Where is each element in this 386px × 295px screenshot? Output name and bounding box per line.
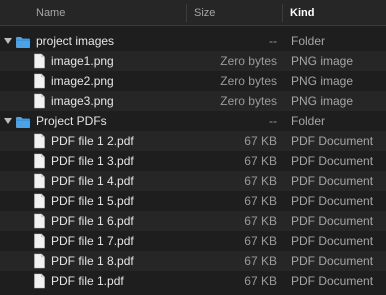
item-kind: Folder <box>291 114 326 128</box>
item-name: PDF file 1 5.pdf <box>51 194 134 208</box>
item-name: image3.png <box>51 94 114 108</box>
item-name: image2.png <box>51 74 114 88</box>
file-row[interactable]: image2.png Zero bytes PNG image <box>0 71 386 91</box>
item-size: 67 KB <box>244 174 277 188</box>
item-kind: PNG image <box>291 94 354 108</box>
item-name: PDF file 1 7.pdf <box>51 234 134 248</box>
item-size: 67 KB <box>244 154 277 168</box>
folder-row[interactable]: Project PDFs -- Folder <box>0 111 386 131</box>
item-kind: PDF Document <box>291 254 374 268</box>
folder-row[interactable]: project images -- Folder <box>0 31 386 51</box>
file-row[interactable]: PDF file 1 5.pdf 67 KB PDF Document <box>0 191 386 211</box>
item-name: PDF file 1 4.pdf <box>51 174 134 188</box>
item-size: 67 KB <box>244 274 277 288</box>
item-name: PDF file 1 2.pdf <box>51 134 134 148</box>
item-kind: PDF Document <box>291 194 374 208</box>
item-name: PDF file 1 6.pdf <box>51 214 134 228</box>
document-icon <box>33 273 46 295</box>
item-size: Zero bytes <box>220 94 277 108</box>
item-size: 67 KB <box>244 214 277 228</box>
item-kind: PDF Document <box>291 134 374 148</box>
column-header: Name Size Kind <box>0 0 386 26</box>
item-name: PDF file 1.pdf <box>51 274 124 288</box>
item-size: Zero bytes <box>220 54 277 68</box>
column-divider[interactable] <box>282 4 283 22</box>
item-size: -- <box>269 114 277 128</box>
file-row[interactable]: PDF file 1 2.pdf 67 KB PDF Document <box>0 131 386 151</box>
item-kind: Folder <box>291 34 326 48</box>
file-row[interactable]: PDF file 1 4.pdf 67 KB PDF Document <box>0 171 386 191</box>
file-row[interactable]: PDF file 1.pdf 67 KB PDF Document <box>0 271 386 291</box>
item-kind: PDF Document <box>291 274 374 288</box>
column-header-size[interactable]: Size <box>194 7 215 19</box>
item-size: -- <box>269 34 277 48</box>
item-kind: PDF Document <box>291 154 374 168</box>
file-row[interactable]: PDF file 1 7.pdf 67 KB PDF Document <box>0 231 386 251</box>
item-size: 67 KB <box>244 234 277 248</box>
file-list: project images -- Folder image1.png Zero byt… <box>0 31 386 291</box>
item-kind: PNG image <box>291 74 354 88</box>
file-row[interactable]: image1.png Zero bytes PNG image <box>0 51 386 71</box>
item-name: project images <box>36 34 115 48</box>
item-size: 67 KB <box>244 134 277 148</box>
file-row[interactable]: image3.png Zero bytes PNG image <box>0 91 386 111</box>
column-divider[interactable] <box>186 4 187 22</box>
disclosure-triangle-icon[interactable] <box>4 38 12 44</box>
item-name: image1.png <box>51 54 114 68</box>
item-size: Zero bytes <box>220 74 277 88</box>
item-kind: PDF Document <box>291 234 374 248</box>
file-row[interactable]: PDF file 1 8.pdf 67 KB PDF Document <box>0 251 386 271</box>
file-row[interactable]: PDF file 1 6.pdf 67 KB PDF Document <box>0 211 386 231</box>
item-kind: PNG image <box>291 54 354 68</box>
item-size: 67 KB <box>244 194 277 208</box>
item-kind: PDF Document <box>291 174 374 188</box>
column-header-name[interactable]: Name <box>36 7 65 19</box>
column-header-kind[interactable]: Kind <box>290 7 314 19</box>
item-size: 67 KB <box>244 254 277 268</box>
item-name: PDF file 1 8.pdf <box>51 254 134 268</box>
item-kind: PDF Document <box>291 214 374 228</box>
disclosure-triangle-icon[interactable] <box>4 118 12 124</box>
file-row[interactable]: PDF file 1 3.pdf 67 KB PDF Document <box>0 151 386 171</box>
item-name: Project PDFs <box>36 114 107 128</box>
item-name: PDF file 1 3.pdf <box>51 154 134 168</box>
